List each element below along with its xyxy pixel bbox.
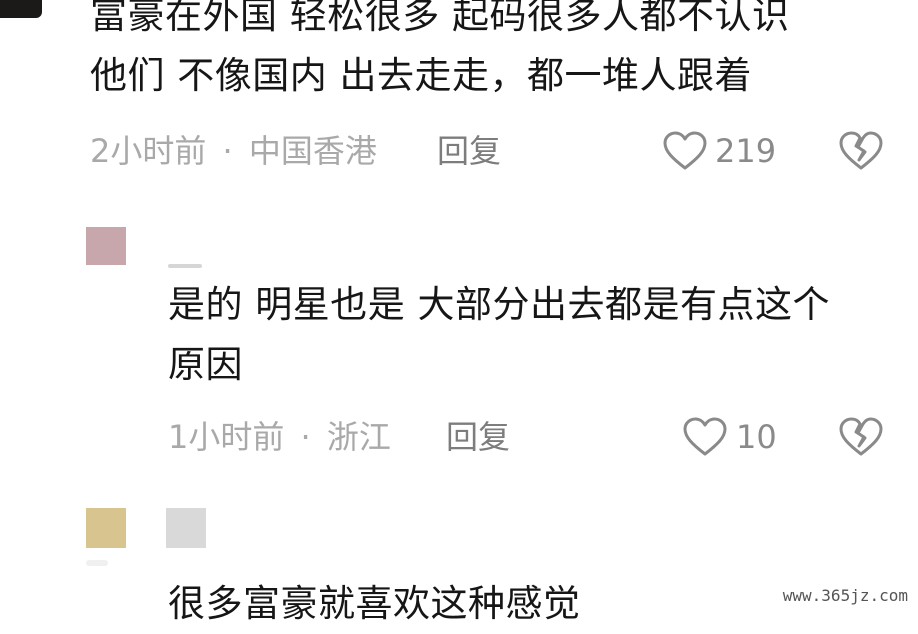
avatar[interactable] [86, 227, 126, 265]
avatar[interactable] [166, 508, 206, 548]
comment-time: 2小时前 [90, 132, 207, 170]
comment-text-line: 富豪在外国 轻松很多 起码很多人都不认识 [90, 0, 790, 37]
reply-button[interactable]: 回复 [437, 131, 501, 171]
username [168, 264, 202, 268]
broken-heart-icon[interactable] [838, 416, 884, 458]
comment: 是的 明星也是 大部分出去都是有点这个 原因 [168, 275, 830, 395]
comment-location: 浙江 [326, 418, 391, 456]
comment: 富豪在外国 轻松很多 起码很多人都不认识 他们 不像国内 出去走走，都一堆人跟着 [90, 0, 790, 106]
avatar[interactable] [0, 0, 42, 18]
avatar[interactable] [86, 508, 126, 548]
heart-outline-icon[interactable] [662, 130, 708, 172]
broken-heart-icon[interactable] [838, 130, 884, 172]
comment-text-line: 他们 不像国内 出去走走，都一堆人跟着 [90, 54, 753, 97]
meta-separator: · [222, 132, 233, 170]
watermark: www.365jz.com [780, 586, 910, 606]
comment-text-line: 很多富豪就喜欢这种感觉 [168, 582, 581, 625]
comment-time: 1小时前 [168, 418, 285, 456]
like-count: 219 [715, 132, 777, 170]
meta-separator: · [300, 418, 311, 456]
comment-meta: 1小时前 · 浙江 [168, 417, 391, 457]
comment: 很多富豪就喜欢这种感觉 [168, 574, 581, 634]
reply-button[interactable]: 回复 [446, 417, 510, 457]
comment-text-line: 原因 [168, 343, 243, 386]
username [86, 560, 108, 566]
comment-location: 中国香港 [248, 132, 377, 170]
comment-meta: 2小时前 · 中国香港 [90, 131, 377, 171]
like-count: 10 [736, 418, 777, 456]
comment-text-line: 是的 明星也是 大部分出去都是有点这个 [168, 283, 831, 326]
heart-outline-icon[interactable] [682, 416, 728, 458]
